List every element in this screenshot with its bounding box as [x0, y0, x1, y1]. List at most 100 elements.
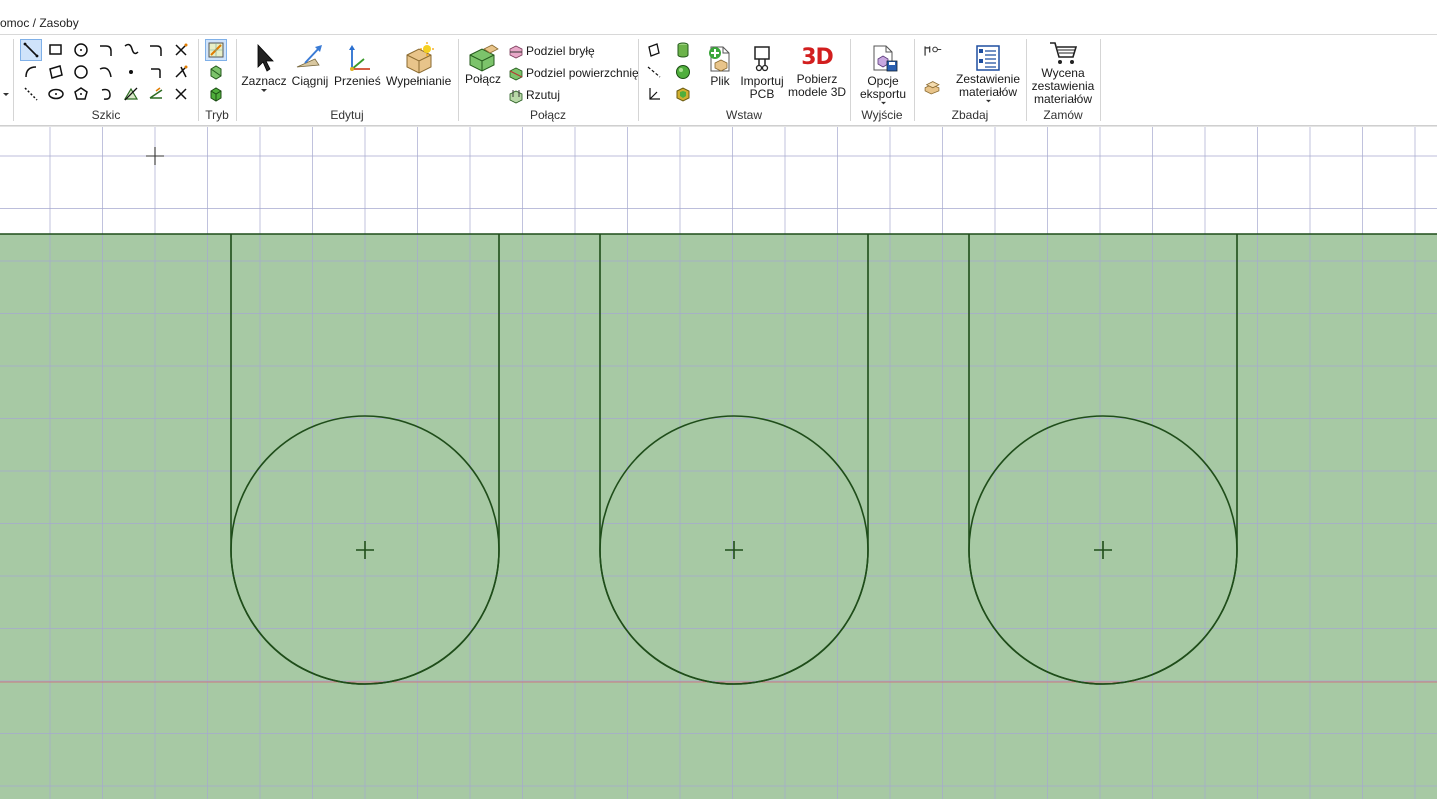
- ribbon-left-dropdown-icon[interactable]: [2, 87, 10, 97]
- chevron-down-icon: [880, 101, 886, 105]
- split-face-icon: [509, 67, 523, 81]
- project-icon: [509, 89, 523, 104]
- group-label-zbadaj: Zbadaj: [951, 108, 989, 122]
- zestawienie-materialow-button[interactable]: Zestawienie materiałów: [954, 43, 1022, 104]
- section-mode-icon[interactable]: [206, 62, 226, 82]
- pobierz-modele-3d-button[interactable]: 3D Pobierz modele 3D: [788, 43, 846, 99]
- rzutuj-button[interactable]: Rzutuj: [508, 85, 560, 105]
- sweep-arc-icon[interactable]: [96, 62, 116, 82]
- chevron-down-icon: [985, 99, 991, 103]
- origin-icon[interactable]: [644, 84, 664, 104]
- opcje-eksportu-button[interactable]: Opcje eksportu: [856, 43, 910, 106]
- rzutuj-label: Rzutuj: [526, 88, 561, 102]
- group-label-tryb: Tryb: [205, 108, 229, 122]
- plik-label: Plik: [710, 74, 730, 88]
- move-tool-icon: [349, 45, 370, 71]
- three-point-circle-icon[interactable]: [71, 62, 91, 82]
- przenies-label: Przenieś: [334, 74, 381, 88]
- sketch-viewport[interactable]: [0, 127, 1437, 799]
- point-tool-icon[interactable]: [121, 62, 141, 82]
- group-separator: [198, 39, 199, 121]
- construction-line-icon[interactable]: [21, 84, 41, 104]
- menu-help-resources[interactable]: omoc / Zasoby: [0, 16, 79, 30]
- przenies-button[interactable]: Przenieś: [334, 41, 381, 88]
- circle-tool-icon[interactable]: [71, 40, 91, 60]
- shopping-cart-icon: [1050, 42, 1078, 64]
- design-canvas[interactable]: [0, 127, 1437, 799]
- zestawienie-label-2: materiałów: [954, 86, 1022, 104]
- ciagnij-label: Ciągnij: [291, 74, 329, 88]
- group-szkic: Szkic: [16, 39, 196, 123]
- importuj-pcb-button[interactable]: Importuj PCB: [740, 43, 784, 101]
- plik-button[interactable]: Plik: [702, 43, 738, 88]
- group-label-wyjscie: Wyjście: [861, 108, 903, 122]
- sketch-mode-icon[interactable]: [205, 39, 227, 61]
- corner-tool-icon[interactable]: [146, 62, 166, 82]
- wycena-zestawienia-button[interactable]: Wycena zestawienia materiałów: [1030, 39, 1096, 107]
- group-wstaw: Plik Importuj PCB 3D Pobierz modele 3D W…: [640, 39, 848, 123]
- fillet-tool-icon[interactable]: [146, 40, 166, 60]
- three-point-arc-icon[interactable]: [21, 62, 41, 82]
- group-separator: [914, 39, 915, 121]
- polacz-button[interactable]: Połącz: [462, 43, 504, 86]
- tangent-arc-icon[interactable]: [96, 40, 116, 60]
- cylinder-icon[interactable]: [673, 40, 693, 60]
- filled-sketch-region: [0, 234, 1437, 799]
- spline-tool-icon[interactable]: [121, 40, 141, 60]
- split-body-icon: [509, 45, 523, 59]
- zaznacz-button[interactable]: Zaznacz: [240, 41, 288, 94]
- group-polacz: Połącz Podziel bryłę Podziel powierzchni…: [460, 39, 639, 123]
- line-tool-icon[interactable]: [20, 39, 42, 61]
- group-label-edytuj: Edytuj: [330, 108, 364, 122]
- wycena-label-3: materiałów: [1033, 92, 1093, 106]
- importuj-pcb-label-2: PCB: [749, 87, 775, 101]
- group-tryb: Tryb: [200, 39, 234, 123]
- ribbon: Szkic Tryb Zaznacz Ciągnij Przenieś Wype…: [0, 35, 1437, 126]
- plane-icon[interactable]: [644, 40, 664, 60]
- bill-of-materials-icon: [976, 45, 1000, 71]
- group-separator: [13, 39, 14, 121]
- podziel-powierzchnie-label: Podziel powierzchnię: [526, 66, 639, 80]
- measure-icon[interactable]: [922, 41, 948, 61]
- export-options-icon: [873, 45, 898, 72]
- group-separator: [850, 39, 851, 121]
- podziel-bryle-label: Podziel bryłę: [526, 44, 595, 58]
- trim-tool-icon[interactable]: [171, 40, 191, 60]
- ciagnij-button[interactable]: Ciągnij: [290, 41, 330, 88]
- group-label-wstaw: Wstaw: [726, 108, 762, 122]
- insert-file-icon: [709, 46, 730, 72]
- group-separator: [638, 39, 639, 121]
- group-label-polacz: Połącz: [529, 108, 567, 122]
- mass-properties-icon[interactable]: [922, 77, 948, 97]
- three-point-rectangle-icon[interactable]: [46, 62, 66, 82]
- extend-curve-icon[interactable]: [146, 84, 166, 104]
- bend-tool-icon[interactable]: [171, 84, 191, 104]
- group-zbadaj: Zestawienie materiałów Zbadaj: [916, 39, 1024, 123]
- split-line-icon[interactable]: [171, 62, 191, 82]
- group-zamow: Wycena zestawienia materiałów Zamów: [1028, 39, 1098, 123]
- group-label-zamow: Zamów: [1028, 107, 1098, 123]
- shell-icon[interactable]: [673, 84, 693, 104]
- import-pcb-icon: [754, 46, 770, 72]
- combine-icon: [469, 44, 499, 72]
- axis-icon[interactable]: [644, 62, 664, 82]
- polacz-label: Połącz: [464, 72, 502, 86]
- podziel-powierzchnie-button[interactable]: Podziel powierzchnię: [508, 63, 639, 83]
- wypelnianie-button[interactable]: Wypełnianie: [386, 41, 452, 88]
- polygon-tool-icon[interactable]: [71, 84, 91, 104]
- 3d-mode-icon[interactable]: [206, 84, 226, 104]
- opcje-label-2: eksportu: [856, 88, 910, 106]
- pobierz-label-2: modele 3D: [788, 85, 847, 99]
- download-3d-icon: 3D: [801, 45, 834, 70]
- project-edges-icon[interactable]: [121, 84, 141, 104]
- wypelnianie-label: Wypełnianie: [386, 74, 452, 88]
- group-separator: [236, 39, 237, 121]
- pull-tool-icon: [296, 45, 322, 68]
- sphere-icon[interactable]: [673, 62, 693, 82]
- group-separator: [1026, 39, 1027, 121]
- ellipse-tool-icon[interactable]: [46, 84, 66, 104]
- chevron-down-icon: [261, 89, 267, 92]
- rectangle-tool-icon[interactable]: [46, 40, 66, 60]
- offset-curve-icon[interactable]: [96, 84, 116, 104]
- podziel-bryle-button[interactable]: Podziel bryłę: [508, 41, 595, 61]
